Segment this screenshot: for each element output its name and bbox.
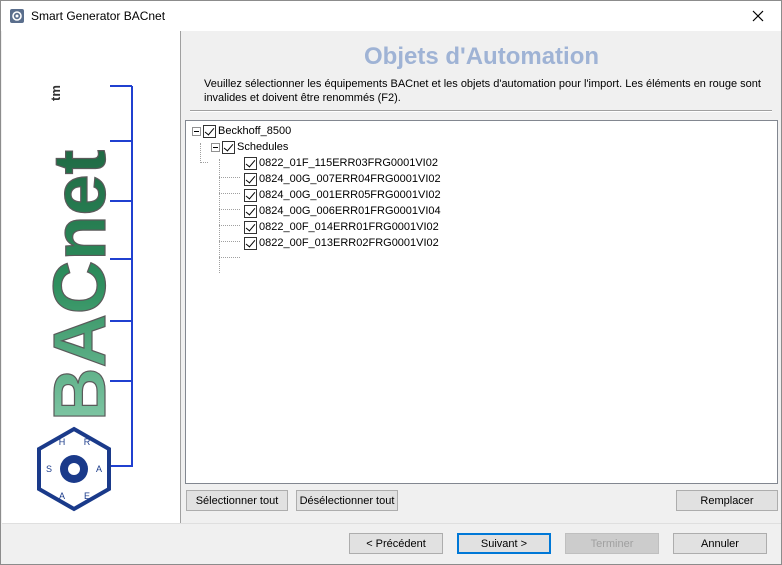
tree-node-device[interactable]: Beckhoff_8500 [192,123,291,139]
close-button[interactable] [735,1,781,31]
wizard-content: Objets d'Automation Veuillez sélectionne… [182,31,781,523]
tree-connector [219,257,240,258]
group-label: Schedules [237,141,289,153]
next-button[interactable]: Suivant > [457,533,551,554]
tree-node-group[interactable]: Schedules [211,139,288,155]
item-label: 0824_00G_006ERR01FRG0001VI04 [259,205,441,217]
collapse-icon[interactable] [192,126,201,136]
select-all-button[interactable]: Sélectionner tout [186,490,288,511]
item-label: 0824_00G_007ERR04FRG0001VI02 [259,173,441,185]
item-checkbox[interactable] [244,236,257,250]
instructions-text: Veuillez sélectionner les équipements BA… [204,78,761,104]
footer-divider [2,523,781,524]
tree-item[interactable]: 0824_00G_007ERR04FRG0001VI02 [244,171,441,187]
header-divider [190,110,772,112]
tree-item[interactable]: 0822_00F_013ERR02FRG0001VI02 [244,235,439,251]
svg-text:R: R [84,437,91,447]
tree-item[interactable]: 0822_00F_014ERR01FRG0001VI02 [244,219,439,235]
item-checkbox[interactable] [244,220,257,234]
tree-item[interactable]: 0822_01F_115ERR03FRG0001VI02 [244,155,438,171]
svg-text:A: A [96,464,102,474]
svg-text:S: S [46,464,52,474]
device-label: Beckhoff_8500 [218,125,292,137]
replace-button[interactable]: Remplacer [676,490,778,511]
close-icon [752,10,764,22]
cancel-button[interactable]: Annuler [673,533,767,554]
ashrae-seal: H R A E A S [37,426,111,512]
item-label: 0822_00F_013ERR02FRG0001VI02 [259,237,439,249]
tree-item[interactable]: 0824_00G_006ERR01FRG0001VI04 [244,203,441,219]
svg-text:E: E [84,491,90,501]
title-bar: Smart Generator BACnet [1,1,781,31]
app-icon [10,9,24,23]
bacnet-logo-panel: BACnet tm H R A E A S [2,31,181,523]
bacnet-logo: BACnet tm H R A E A S [37,85,133,512]
tree-connector [200,143,201,163]
item-checkbox[interactable] [244,188,257,202]
tree-item[interactable]: 0824_00G_001ERR05FRG0001VI02 [244,187,441,203]
device-checkbox[interactable] [203,124,216,138]
logo-wordmark: BACnet [38,150,121,421]
wizard-window: Smart Generator BACnet BACnet tm H R A E… [0,0,782,565]
window-title: Smart Generator BACnet [31,9,166,23]
item-checkbox[interactable] [244,156,257,170]
object-tree[interactable]: Beckhoff_8500 Schedules 0822_01F_115ERR0… [185,120,778,484]
previous-button[interactable]: < Précédent [349,533,443,554]
tree-connector [219,177,240,178]
deselect-all-button[interactable]: Désélectionner tout [296,490,398,511]
page-title: Objets d'Automation [363,43,600,70]
item-checkbox[interactable] [244,172,257,186]
item-label: 0822_00F_014ERR01FRG0001VI02 [259,221,439,233]
item-label: 0824_00G_001ERR05FRG0001VI02 [259,189,441,201]
tree-connector [219,241,240,242]
finish-button[interactable]: Terminer [565,533,659,554]
svg-text:H: H [59,437,66,447]
group-checkbox[interactable] [222,140,235,154]
tree-connector [219,193,240,194]
tree-connector [200,162,208,163]
tree-connector [219,225,240,226]
item-checkbox[interactable] [244,204,257,218]
collapse-icon[interactable] [211,142,220,152]
svg-text:A: A [59,491,65,501]
item-label: 0822_01F_115ERR03FRG0001VI02 [259,157,438,169]
logo-trademark: tm [48,85,63,101]
tree-connector [219,209,240,210]
